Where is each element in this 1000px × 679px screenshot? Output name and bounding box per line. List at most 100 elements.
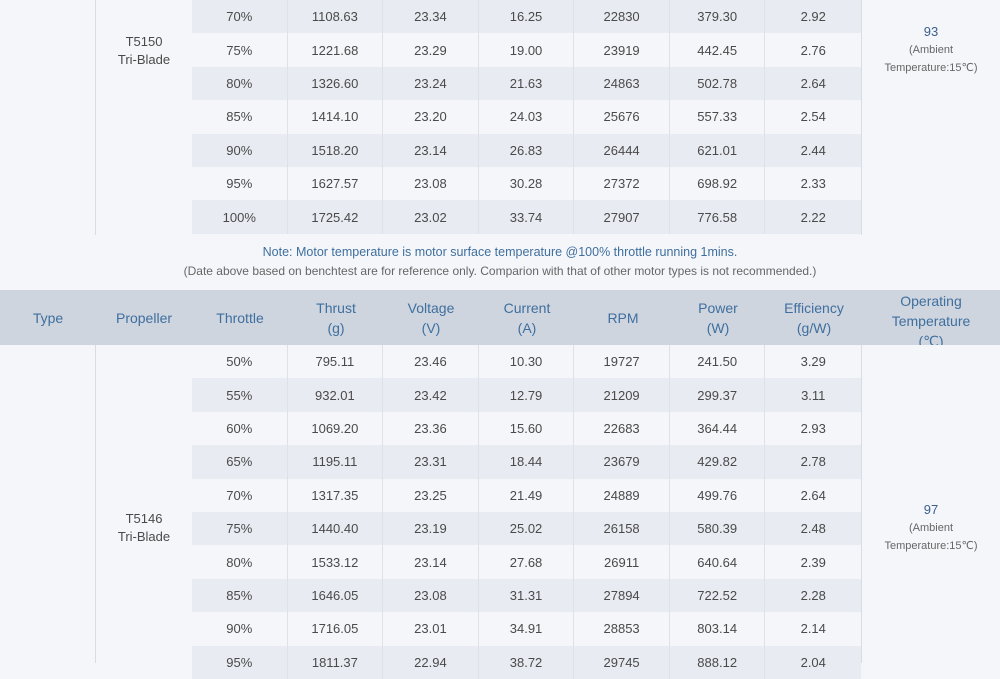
table-cell: 19727	[574, 345, 670, 379]
table-cell: 2.76	[800, 42, 826, 58]
header-throttle: Throttle	[192, 290, 288, 345]
table1-propeller-blade: Tri-Blade	[117, 51, 171, 67]
table-cell: 27372	[574, 167, 670, 201]
table-cell: 23.14	[383, 133, 479, 167]
table-row: 70% 1317.35 23.25 21.49 24889 499.76 2.64	[192, 478, 861, 512]
table-cell: 2.14	[800, 621, 826, 637]
header-efficiency-label: Efficiency	[784, 299, 844, 316]
table-cell: 23.24	[383, 66, 479, 101]
table-cell: 21.63	[479, 66, 575, 101]
table-cell: 23.14	[383, 545, 479, 579]
table-cell: 1518.20	[288, 133, 384, 167]
header-thrust-label: Thrust	[316, 299, 356, 316]
header-efficiency-unit: (g/W)	[796, 319, 832, 336]
table-cell: 26911	[574, 545, 670, 579]
table1-temperature: 93 (Ambient Temperature:15℃)	[862, 22, 1000, 78]
header-type: Type	[0, 290, 96, 345]
table1-temperature-note2: Temperature:15℃)	[884, 62, 978, 74]
header-temperature-unit: (℃)	[918, 333, 944, 345]
table-cell: 2.92	[800, 9, 826, 25]
header-power: Power (W)	[670, 290, 766, 345]
table-cell: 364.44	[670, 411, 766, 446]
table-cell: 2.04	[800, 654, 826, 670]
table-cell: 795.11	[288, 345, 384, 379]
table2-temperature-note2: Temperature:15℃)	[884, 540, 978, 552]
table-cell: 1627.57	[288, 167, 384, 201]
table-cell: 10.30	[479, 345, 575, 379]
table2-propeller: T5146 Tri-Blade	[96, 500, 192, 556]
table-cell: 100%	[192, 200, 288, 234]
table-cell: 23.36	[383, 411, 479, 446]
table-row: 90% 1716.05 23.01 34.91 28853 803.14 2.14	[192, 612, 861, 646]
table1-propeller-model: T5150	[125, 33, 163, 49]
table-cell: 580.39	[670, 512, 766, 546]
table-cell: 28853	[574, 612, 670, 646]
table-cell: 24.03	[479, 100, 575, 134]
table-row: 65% 1195.11 23.31 18.44 23679 429.82 2.78	[192, 445, 861, 479]
table-cell: 22.94	[383, 645, 479, 679]
table-cell: 23.02	[383, 200, 479, 234]
header-propeller-label: Propeller	[115, 309, 173, 326]
table-cell: 1221.68	[288, 33, 384, 67]
table-cell: 557.33	[670, 100, 766, 134]
table-cell: 38.72	[479, 645, 575, 679]
table-cell: 2.64	[800, 75, 826, 91]
header-type-label: Type	[32, 309, 64, 326]
header-efficiency: Efficiency (g/W)	[766, 290, 862, 345]
table-cell: 776.58	[670, 200, 766, 234]
table2-propeller-model: T5146	[125, 511, 163, 526]
table-cell: 1108.63	[288, 0, 384, 34]
table-cell: 499.76	[670, 478, 766, 512]
header-power-unit: (W)	[706, 319, 730, 336]
table-cell: 25676	[574, 100, 670, 134]
table-cell: 24863	[574, 66, 670, 101]
table-cell: 27907	[574, 200, 670, 234]
table-cell: 27894	[574, 578, 670, 613]
table-cell: 85%	[192, 100, 288, 134]
note-line1: Note: Motor temperature is motor surface…	[262, 245, 738, 259]
table-cell: 2.28	[800, 587, 826, 603]
table-cell: 21209	[574, 378, 670, 412]
table-cell: 29745	[574, 645, 670, 679]
table-cell: 23919	[574, 33, 670, 67]
header-current-unit: (A)	[517, 319, 537, 336]
header-propeller: Propeller	[96, 290, 192, 345]
table-cell: 90%	[192, 612, 288, 646]
table-cell: 50%	[192, 345, 288, 379]
header-temperature-label2: Temperature	[891, 313, 971, 329]
table-cell: 1716.05	[288, 612, 384, 646]
table-cell: 379.30	[670, 0, 766, 34]
table-cell: 23.20	[383, 100, 479, 134]
table-cell: 18.44	[479, 445, 575, 479]
table-cell: 23.08	[383, 578, 479, 613]
table-cell: 3.29	[800, 354, 826, 370]
table-row: 95% 1627.57 23.08 30.28 27372 698.92 2.33	[192, 167, 861, 201]
table-cell: 1069.20	[288, 411, 384, 446]
table2-temperature: 97 (Ambient Temperature:15℃)	[862, 500, 1000, 556]
table-cell: 55%	[192, 378, 288, 412]
table-cell: 22683	[574, 411, 670, 446]
table-cell: 75%	[192, 33, 288, 67]
header-thrust: Thrust (g)	[288, 290, 384, 345]
header-temperature: Operating Temperature (℃)	[862, 290, 1000, 345]
table-cell: 80%	[192, 545, 288, 579]
table-cell: 2.48	[800, 521, 826, 537]
table-cell: 60%	[192, 411, 288, 446]
table-cell: 21.49	[479, 478, 575, 512]
table-cell: 23.34	[383, 0, 479, 34]
table-cell: 698.92	[670, 167, 766, 201]
table-cell: 16.25	[479, 0, 575, 34]
table-cell: 12.79	[479, 378, 575, 412]
table-cell: 241.50	[670, 345, 766, 379]
table-cell: 621.01	[670, 133, 766, 167]
note-line2: (Date above based on benchtest are for r…	[183, 264, 817, 278]
table-cell: 442.45	[670, 33, 766, 67]
table-row: 95% 1811.37 22.94 38.72 29745 888.12 2.04	[192, 645, 861, 679]
table-cell: 2.33	[800, 176, 826, 192]
table-row: 50% 795.11 23.46 10.30 19727 241.50 3.29	[192, 345, 861, 379]
table-cell: 1317.35	[288, 478, 384, 512]
table-cell: 24889	[574, 478, 670, 512]
table-cell: 2.54	[800, 109, 826, 125]
table-cell: 1533.12	[288, 545, 384, 579]
table-cell: 22830	[574, 0, 670, 34]
